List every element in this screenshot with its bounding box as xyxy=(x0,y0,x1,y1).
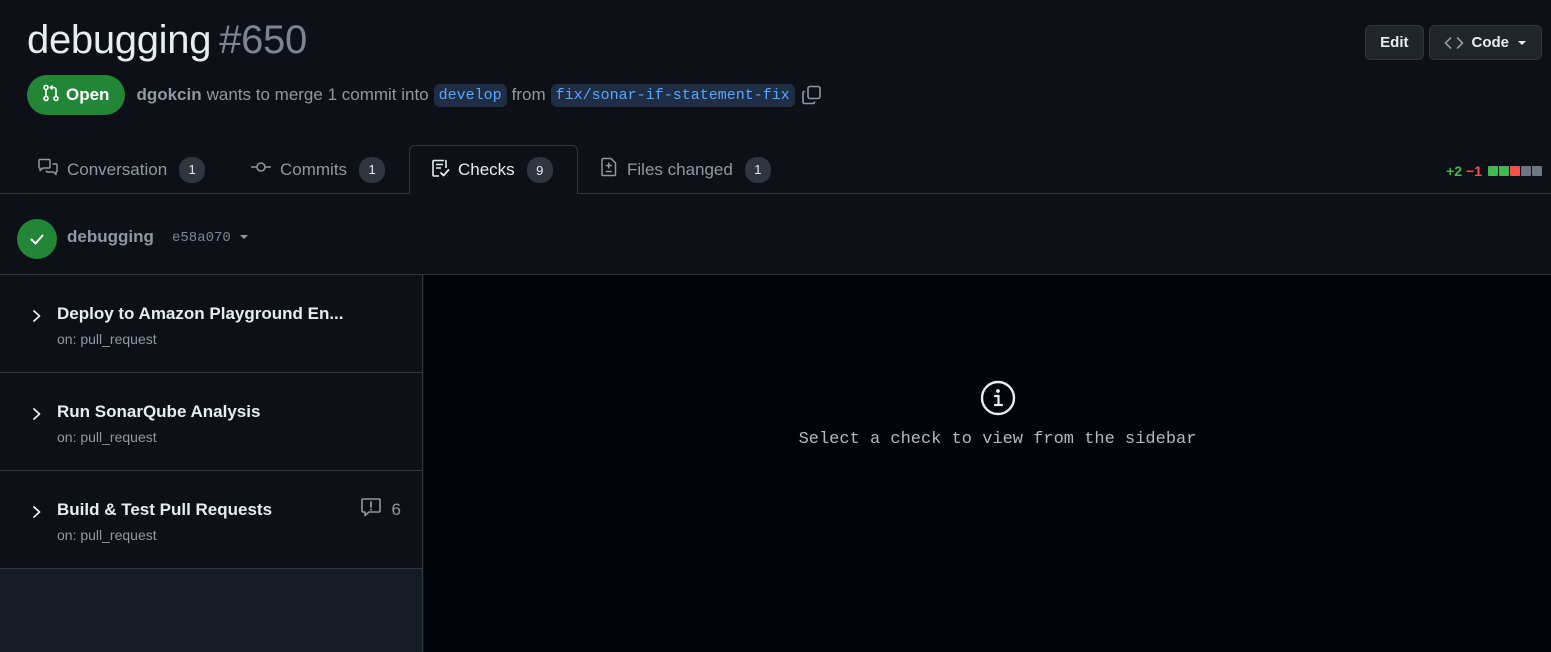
check-event: on: pull_request xyxy=(57,331,157,347)
code-button-label: Code xyxy=(1471,34,1510,51)
diffstat-block-added xyxy=(1488,166,1498,176)
tab-checks-label: Checks xyxy=(458,160,515,179)
check-item[interactable]: Run SonarQube Analysis on: pull_request xyxy=(0,373,422,471)
check-event: on: pull_request xyxy=(57,527,157,543)
check-event: on: pull_request xyxy=(57,429,157,445)
diffstat-deletions: −1 xyxy=(1466,163,1482,179)
state-badge: Open xyxy=(27,75,126,115)
tab-checks-count: 9 xyxy=(526,157,553,183)
edit-button-label: Edit xyxy=(1380,34,1409,51)
pr-title: debugging #650 xyxy=(27,18,307,63)
commit-sha-dropdown[interactable]: e58a070 xyxy=(172,230,249,246)
info-icon xyxy=(424,379,1551,417)
tab-checks[interactable]: Checks 9 xyxy=(409,145,578,195)
copy-icon[interactable] xyxy=(801,85,823,105)
comment-discussion-icon xyxy=(37,158,59,181)
head-branch[interactable]: fix/sonar-if-statement-fix xyxy=(550,83,795,107)
diffstat-block-added xyxy=(1499,166,1509,176)
diffstat-blocks xyxy=(1488,166,1542,176)
caret-down-icon xyxy=(1517,39,1527,47)
diffstat-block-neutral xyxy=(1521,166,1531,176)
checks-sidebar: Deploy to Amazon Playground En... on: pu… xyxy=(0,275,423,652)
chevron-right-icon xyxy=(31,405,43,428)
pr-header: debugging #650 Edit Code Open dgokcin wan… xyxy=(0,0,1551,145)
tab-commits-label: Commits xyxy=(280,159,348,179)
merge-text: wants to merge 1 commit into xyxy=(206,85,429,104)
check-circle-icon xyxy=(17,219,57,259)
code-button[interactable]: Code xyxy=(1428,25,1542,60)
caret-down-icon xyxy=(239,230,249,246)
annotations-count: 6 xyxy=(360,497,401,522)
edit-button[interactable]: Edit xyxy=(1365,25,1424,60)
header-actions: Edit Code xyxy=(1365,25,1542,60)
diffstat-additions: +2 xyxy=(1446,163,1463,179)
annotations-count-value: 6 xyxy=(391,499,401,519)
tab-commits-count: 1 xyxy=(359,156,386,183)
blankslate: Select a check to view from the sidebar xyxy=(424,379,1551,449)
tab-conversation-label: Conversation xyxy=(67,159,168,179)
check-name: Build & Test Pull Requests xyxy=(57,500,273,519)
diffstat-block-neutral xyxy=(1532,166,1542,176)
pr-number: #650 xyxy=(219,18,307,62)
suite-name: debugging xyxy=(67,227,154,246)
tab-files-changed-label: Files changed xyxy=(627,159,733,179)
check-suite-header: debugging e58a070 xyxy=(0,194,1551,275)
pr-tabs: Conversation 1 Commits 1 Checks 9 Files … xyxy=(0,145,1551,195)
author-link[interactable]: dgokcin xyxy=(136,85,201,105)
git-pull-request-icon xyxy=(42,84,60,107)
check-detail-pane: Select a check to view from the sidebar xyxy=(424,275,1551,652)
file-diff-icon xyxy=(599,157,619,182)
check-name: Deploy to Amazon Playground En... xyxy=(57,304,344,323)
check-name: Run SonarQube Analysis xyxy=(57,402,261,421)
tab-files-changed[interactable]: Files changed 1 xyxy=(562,145,791,194)
check-item[interactable]: Build & Test Pull Requests on: pull_requ… xyxy=(0,471,422,569)
tab-files-changed-count: 1 xyxy=(744,156,771,183)
comment-alert-icon xyxy=(360,497,382,522)
from-text: from xyxy=(511,85,546,104)
check-item[interactable]: Deploy to Amazon Playground En... on: pu… xyxy=(0,275,422,373)
diffstat-block-deleted xyxy=(1510,166,1520,176)
git-commit-icon xyxy=(250,158,272,181)
checklist-icon xyxy=(430,158,450,183)
state-label: Open xyxy=(66,85,110,104)
empty-message: Select a check to view from the sidebar xyxy=(798,430,1197,449)
tab-conversation-count: 1 xyxy=(179,156,206,183)
commit-sha: e58a070 xyxy=(172,230,231,246)
tab-conversation[interactable]: Conversation 1 xyxy=(0,145,225,194)
tab-commits[interactable]: Commits 1 xyxy=(213,145,405,194)
code-icon xyxy=(1444,35,1464,51)
chevron-right-icon xyxy=(31,307,43,330)
pr-meta: Open dgokcin wants to merge 1 commit int… xyxy=(27,75,823,115)
base-branch[interactable]: develop xyxy=(433,83,507,107)
chevron-right-icon xyxy=(31,503,43,526)
pr-title-text: debugging xyxy=(27,18,212,62)
diffstat: +2 −1 xyxy=(1446,163,1542,179)
